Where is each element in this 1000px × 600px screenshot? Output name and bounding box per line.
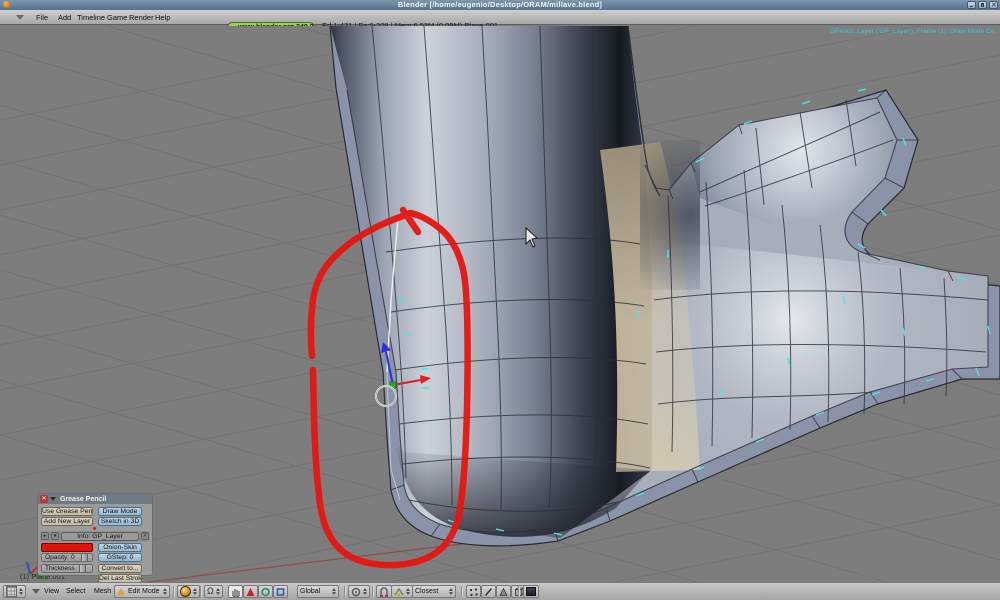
convert-button[interactable]: Convert to... [98, 564, 142, 573]
use-grease-pencil-button[interactable]: Use Grease Pencil [41, 507, 93, 516]
blender-window: Blender [/home/eugenio/Desktop/ORAM/mill… [0, 0, 1000, 600]
app-icon [3, 1, 10, 8]
grease-pencil-panel[interactable]: ✕ Grease Pencil Use Grease Pencil Draw M… [37, 493, 153, 583]
draw-type-dropdown[interactable] [177, 585, 200, 598]
add-new-layer-button[interactable]: Add New Layer [41, 517, 93, 526]
info-header: File Add Timeline Game Render Help www.b… [0, 10, 1000, 33]
render-preview-button[interactable] [523, 585, 539, 598]
arm-highlight [650, 240, 988, 470]
mode-dropdown[interactable]: Edit Mode [114, 585, 170, 598]
pivot-point-icon: Ω [207, 586, 214, 596]
minimize-button[interactable] [967, 1, 976, 9]
onion-skin-button[interactable]: Onion-Skin [98, 543, 142, 552]
layer-dot-icon[interactable]: ● [51, 532, 59, 540]
layer-expand-icon[interactable]: ▸ [41, 532, 49, 540]
panel-collapse-icon[interactable] [50, 497, 56, 501]
thickness-slider[interactable]: Thickness [41, 564, 93, 573]
viewport-3d[interactable]: GPencil: Layer ('GP_Layer'), Frame (1), … [0, 26, 1000, 583]
translate-manipulator-button[interactable] [243, 585, 258, 598]
snap-peel-button[interactable] [391, 585, 413, 598]
opacity-slider[interactable]: Opacity: 0 [41, 553, 93, 562]
menu-add[interactable]: Add [55, 10, 74, 25]
view3d-header: View Select Mesh Edit Mode Ω Global Clos… [0, 582, 1000, 600]
gpencil-status-text: GPencil: Layer ('GP_Layer'), Frame (1), … [829, 28, 995, 35]
mesh-model[interactable] [329, 26, 1000, 547]
render-preview-icon [526, 587, 536, 596]
menu-timeline[interactable]: Timeline [74, 10, 108, 25]
panel-header[interactable]: ✕ Grease Pencil [38, 494, 152, 504]
close-button[interactable]: ✕ [989, 1, 998, 9]
rotate-manipulator-button[interactable] [258, 585, 273, 598]
window-titlebar: Blender [/home/eugenio/Desktop/ORAM/mill… [0, 0, 1000, 10]
maximize-button[interactable] [978, 1, 987, 9]
panel-title: Grease Pencil [60, 495, 107, 503]
proportional-edit-icon [351, 587, 361, 596]
view-menu[interactable]: View [44, 585, 59, 598]
mesh-menu[interactable]: Mesh [94, 585, 111, 598]
snap-target-dropdown[interactable]: Closest [412, 585, 456, 598]
magnet-icon [380, 586, 388, 597]
scale-manipulator-button[interactable] [273, 585, 288, 598]
proportional-edit-dropdown[interactable] [348, 585, 370, 598]
layer-name-field[interactable]: Info: GP_Layer [61, 532, 139, 541]
solid-shading-sphere-icon [180, 586, 191, 597]
edge-select-button[interactable] [481, 585, 496, 598]
opacity-slider-knob[interactable] [81, 554, 88, 561]
editor-type-grid-icon [6, 586, 17, 597]
panel-pin-dot [93, 527, 96, 530]
snap-magnet-button[interactable] [376, 585, 392, 598]
thickness-slider-knob[interactable] [79, 565, 86, 572]
sketch-in-3d-button[interactable]: Sketch in 3D [98, 517, 142, 526]
orientation-dropdown[interactable]: Global [297, 585, 339, 598]
face-select-button[interactable] [496, 585, 511, 598]
collapse-menu-icon[interactable] [16, 15, 24, 20]
edit-mode-icon [117, 588, 125, 595]
panel-close-icon[interactable]: ✕ [40, 495, 48, 503]
gstep-field[interactable]: GStep: 0 [98, 553, 142, 562]
vertex-select-button[interactable] [466, 585, 481, 598]
layer-color-swatch[interactable] [41, 543, 93, 552]
pivot-point-dropdown[interactable]: Ω [204, 585, 223, 598]
manipulator-hand-button[interactable] [228, 585, 243, 598]
select-menu[interactable]: Select [66, 585, 85, 598]
window-title: Blender [/home/eugenio/Desktop/ORAM/mill… [397, 0, 603, 9]
layer-delete-button[interactable]: X [141, 532, 149, 540]
editor-type-button[interactable] [3, 585, 26, 598]
snap-element-icon [394, 587, 404, 596]
menu-file[interactable]: File [33, 10, 51, 25]
draw-mode-button[interactable]: Draw Mode [98, 507, 142, 516]
header-collapse-icon[interactable] [32, 585, 40, 598]
menu-help[interactable]: Help [152, 10, 173, 25]
manipulator-toggles [228, 585, 288, 598]
